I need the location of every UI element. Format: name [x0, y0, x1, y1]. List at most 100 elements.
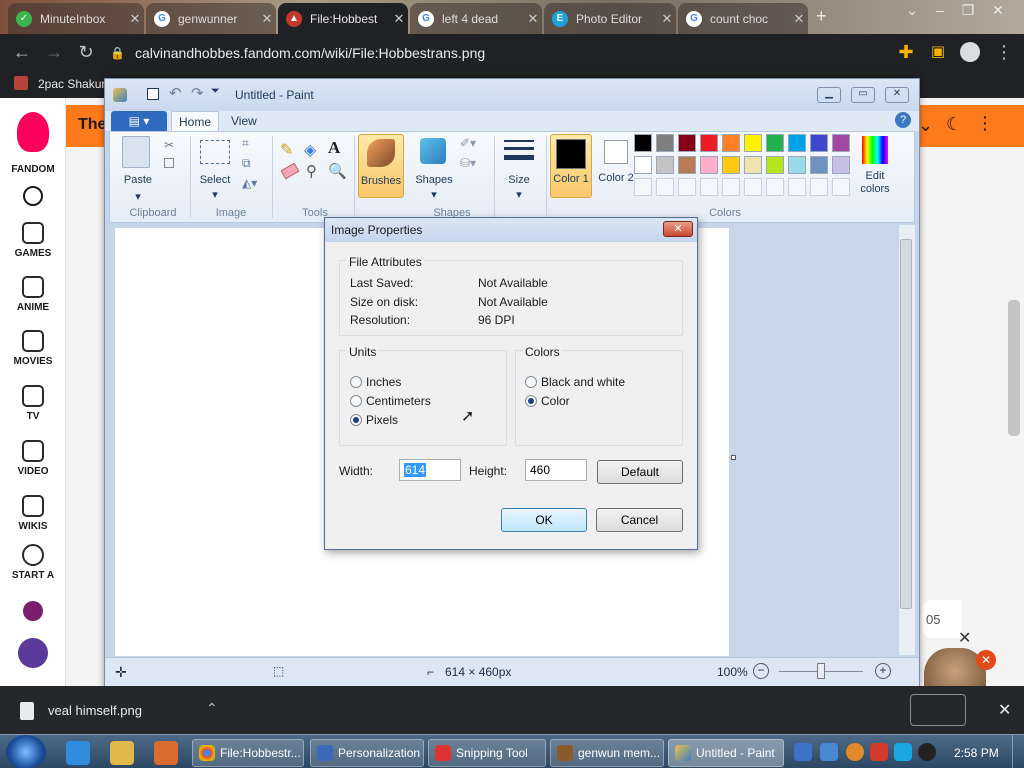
nav-anime[interactable]: ANIME	[0, 276, 66, 313]
inches-label[interactable]: Inches	[366, 375, 401, 389]
palette-empty-swatch[interactable]	[744, 178, 762, 196]
close-icon[interactable]: ✕	[258, 11, 276, 27]
palette-swatch[interactable]	[634, 134, 652, 152]
chevron-up-icon[interactable]: ⌃	[206, 700, 218, 717]
tray-display-icon[interactable]	[894, 743, 912, 761]
palette-swatch[interactable]	[678, 156, 696, 174]
paste-label[interactable]: Paste	[118, 174, 158, 186]
reload-icon[interactable]: ↻	[72, 34, 100, 70]
outline-icon[interactable]: ✐▾	[460, 136, 476, 150]
more-options-icon[interactable]: ⋮	[976, 113, 994, 134]
forward-icon[interactable]: →	[40, 34, 68, 70]
palette-empty-swatch[interactable]	[656, 178, 674, 196]
nav-games[interactable]: GAMES	[0, 222, 66, 259]
height-input[interactable]: 460	[525, 459, 587, 481]
palette-empty-swatch[interactable]	[832, 178, 850, 196]
help-icon[interactable]: ?	[895, 112, 911, 128]
close-download-bar-icon[interactable]: ✕	[998, 700, 1011, 720]
cancel-button[interactable]: Cancel	[596, 508, 683, 532]
palette-empty-swatch[interactable]	[766, 178, 784, 196]
rotate-icon[interactable]: ◭▾	[242, 176, 257, 190]
menu-kebab-icon[interactable]: ⋮	[990, 34, 1018, 70]
dropdown-arrow-icon[interactable]: ▾	[130, 190, 146, 203]
palette-swatch[interactable]	[656, 156, 674, 174]
width-input[interactable]: 614	[399, 459, 461, 481]
black-and-white-label[interactable]: Black and white	[541, 375, 625, 389]
palette-swatch[interactable]	[700, 134, 718, 152]
back-icon[interactable]: ←	[8, 34, 36, 70]
side-panel-icon[interactable]: ▣	[924, 34, 952, 70]
cut-icon[interactable]: ✂	[164, 138, 174, 152]
tray-app-icon[interactable]	[794, 743, 812, 761]
show-desktop-button[interactable]	[1012, 735, 1024, 768]
palette-swatch[interactable]	[722, 134, 740, 152]
nav-tv[interactable]: TV	[0, 385, 66, 422]
centimeters-radio[interactable]	[350, 395, 362, 407]
palette-swatch[interactable]	[744, 156, 762, 174]
fill-bucket-icon[interactable]: ⛁▾	[460, 156, 476, 170]
tray-search-icon[interactable]	[846, 743, 864, 761]
task-personalization[interactable]: Personalization	[310, 739, 424, 767]
palette-swatch[interactable]	[832, 134, 850, 152]
chevron-down-icon[interactable]: ⌄	[918, 115, 933, 136]
palette-swatch[interactable]	[678, 134, 696, 152]
dropdown-arrow-icon[interactable]: ▾	[511, 188, 527, 201]
crop-icon[interactable]: ⌗	[242, 136, 249, 151]
palette-swatch[interactable]	[810, 156, 828, 174]
palette-empty-swatch[interactable]	[788, 178, 806, 196]
brushes-button[interactable]: Brushes	[358, 134, 404, 198]
close-video-icon[interactable]: ✕	[958, 628, 971, 648]
palette-swatch[interactable]	[722, 156, 740, 174]
edit-colors-label[interactable]: Edit colors	[850, 170, 900, 196]
tab-genwunner[interactable]: G genwunner ✕	[146, 3, 276, 34]
select-icon[interactable]	[200, 140, 230, 164]
close-icon[interactable]: ✕	[126, 11, 144, 27]
palette-empty-swatch[interactable]	[700, 178, 718, 196]
search-icon[interactable]	[23, 186, 43, 206]
canvas-resize-handle[interactable]	[731, 455, 736, 460]
palette-swatch[interactable]	[744, 134, 762, 152]
pixels-radio[interactable]	[350, 414, 362, 426]
redo-icon[interactable]: ↷	[191, 84, 204, 102]
resize-icon[interactable]: ⧉	[242, 156, 251, 171]
close-icon[interactable]: ✕	[790, 11, 808, 27]
dropdown-arrow-icon[interactable]: ▾	[426, 188, 442, 201]
scrollbar-thumb[interactable]	[900, 239, 912, 609]
paint-close-icon[interactable]: ✕	[885, 87, 909, 103]
task-genwun[interactable]: genwun mem...	[550, 739, 664, 767]
zoom-in-icon[interactable]: +	[875, 663, 891, 679]
tab-hobbes-file[interactable]: ▲ File:Hobbest ✕	[278, 3, 408, 34]
palette-swatch[interactable]	[656, 134, 674, 152]
close-icon[interactable]: ✕	[658, 11, 676, 27]
shapes-icon[interactable]	[420, 138, 446, 164]
pixels-label[interactable]: Pixels	[366, 413, 398, 427]
internet-explorer-icon[interactable]	[66, 741, 90, 765]
tab-view[interactable]: View	[231, 114, 257, 128]
paint-menu-button[interactable]: ▤ ▾	[111, 111, 167, 131]
undo-icon[interactable]: ↶	[169, 84, 182, 102]
palette-swatch[interactable]	[766, 156, 784, 174]
minimize-icon[interactable]: –	[926, 0, 954, 22]
bookmark-2pac[interactable]: 2pac Shakur	[38, 77, 105, 91]
nav-movies[interactable]: MOVIES	[0, 330, 66, 367]
palette-swatch[interactable]	[810, 134, 828, 152]
close-badge-icon[interactable]: ✕	[976, 650, 996, 670]
task-snipping-tool[interactable]: Snipping Tool	[428, 739, 546, 767]
file-explorer-icon[interactable]	[110, 741, 134, 765]
tray-paint-icon[interactable]	[820, 743, 838, 761]
tab-minuteinbox[interactable]: ✓ MinuteInbox ✕	[8, 3, 144, 34]
quick-access-dropdown-icon[interactable]: ⏷	[211, 85, 220, 98]
palette-empty-swatch[interactable]	[678, 178, 696, 196]
tray-flag-icon[interactable]	[870, 743, 888, 761]
address-bar[interactable]: 🔒 calvinandhobbes.fandom.com/wiki/File:H…	[110, 40, 890, 66]
color-label[interactable]: Color	[541, 394, 570, 408]
inches-radio[interactable]	[350, 376, 362, 388]
restore-icon[interactable]: ❐	[954, 0, 982, 22]
tray-volume-icon[interactable]	[918, 743, 936, 761]
fill-icon[interactable]: ◈	[304, 140, 316, 160]
fandom-logo-icon[interactable]	[17, 112, 49, 152]
profile-avatar[interactable]	[960, 42, 980, 62]
color-picker-icon[interactable]: ⚲	[306, 162, 317, 180]
clipboard-icon[interactable]	[122, 136, 150, 168]
centimeters-label[interactable]: Centimeters	[366, 394, 431, 408]
